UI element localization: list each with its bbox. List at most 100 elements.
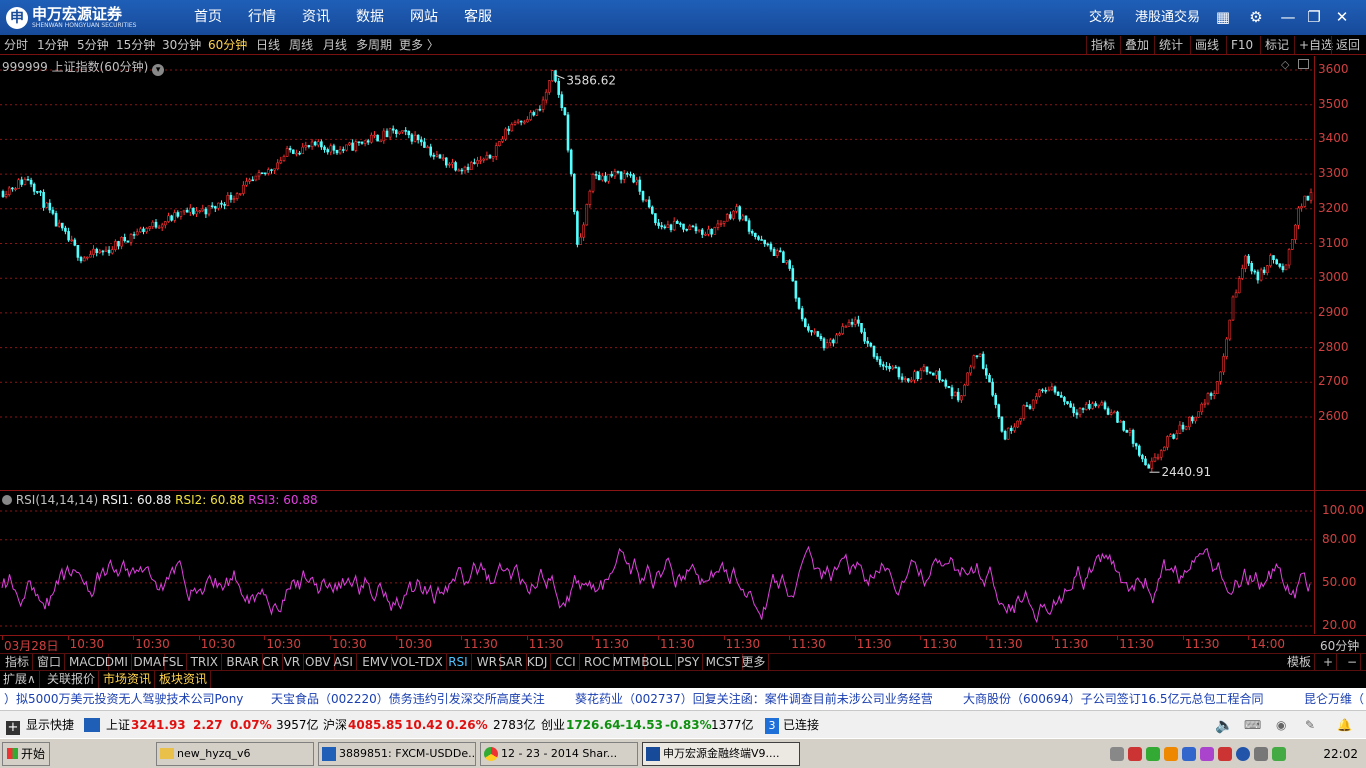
template-button[interactable]: 模板: [1284, 654, 1316, 671]
news-item[interactable]: 天宝食品（002220）债务违约引发深交所高度关注: [271, 688, 545, 710]
candle-body: [501, 138, 504, 142]
tab-expand[interactable]: 扩展∧: [0, 671, 40, 688]
period-month[interactable]: 月线: [323, 37, 347, 53]
rsi-chart[interactable]: [0, 508, 1314, 636]
news-item[interactable]: 昆仑万维（: [1304, 688, 1364, 710]
period-multi[interactable]: 多周期: [356, 37, 392, 53]
nav-quotes[interactable]: 行情: [248, 0, 276, 35]
monitor-icon[interactable]: ◉: [1276, 711, 1286, 739]
speaker-icon[interactable]: 🔈: [1215, 711, 1234, 739]
period-tick[interactable]: 分时: [4, 37, 28, 53]
period-1min[interactable]: 1分钟: [37, 37, 69, 53]
restore-icon[interactable]: ❐: [1304, 7, 1324, 27]
task-folder[interactable]: new_hyzq_v6: [156, 742, 314, 766]
indicator-tab-brar[interactable]: BRAR: [223, 654, 264, 671]
start-button[interactable]: 开始: [2, 742, 50, 766]
indicator-tab-asi[interactable]: ASI: [331, 654, 357, 671]
nav-home[interactable]: 首页: [194, 0, 222, 35]
indicator-tab-kdj[interactable]: KDJ: [524, 654, 552, 671]
candle-body: [357, 141, 361, 143]
tab-related-quotes[interactable]: 关联报价: [44, 671, 100, 688]
indicator-tab-dmi[interactable]: DMI: [102, 654, 132, 671]
period-5min[interactable]: 5分钟: [77, 37, 109, 53]
shortcut-toggle[interactable]: 显示快捷: [26, 711, 74, 739]
indicator-tab-vol-tdx[interactable]: VOL-TDX: [388, 654, 447, 671]
tool-indicator[interactable]: 指标: [1086, 36, 1119, 54]
tray-app-icon[interactable]: [1182, 747, 1196, 761]
indicator-tab-psy[interactable]: PSY: [674, 654, 704, 671]
candle-body: [563, 107, 567, 116]
candle-body: [407, 130, 411, 136]
candlestick-chart[interactable]: 3586.62 2440.91: [0, 56, 1314, 492]
nav-service[interactable]: 客服: [464, 0, 492, 35]
tray-app-icon[interactable]: [1272, 747, 1286, 761]
period-week[interactable]: 周线: [289, 37, 313, 53]
indicator-tab-指标[interactable]: 指标: [2, 654, 34, 671]
minimize-icon[interactable]: —: [1278, 7, 1298, 27]
tray-app-icon[interactable]: [1200, 747, 1214, 761]
candle-body: [45, 202, 49, 208]
candle-body: [607, 173, 610, 182]
tray-app-icon[interactable]: [1164, 747, 1178, 761]
indicator-tab-sar[interactable]: SAR: [495, 654, 527, 671]
dropdown-circle-icon[interactable]: ▾: [152, 64, 165, 76]
nav-data[interactable]: 数据: [356, 0, 384, 35]
news-item[interactable]: 大商股份（600694）子公司签订16.5亿元总包工程合同: [963, 688, 1264, 710]
indicator-tab-boll[interactable]: BOLL: [638, 654, 677, 671]
tool-overlay[interactable]: 叠加: [1120, 36, 1153, 54]
tray-app-icon[interactable]: [1146, 747, 1160, 761]
bell-icon[interactable]: 🔔: [1337, 711, 1352, 739]
rsi-toggle-icon[interactable]: [2, 495, 12, 505]
indicator-tab-fsl[interactable]: FSL: [159, 654, 187, 671]
indicator-tab-mcst[interactable]: MCST: [703, 654, 744, 671]
indicator-tab-更多[interactable]: 更多: [738, 654, 770, 671]
indicator-tab-窗口[interactable]: 窗口: [34, 654, 66, 671]
indicator-tab-cci[interactable]: CCI: [552, 654, 580, 671]
period-15min[interactable]: 15分钟: [116, 37, 155, 53]
period-30min[interactable]: 30分钟: [162, 37, 201, 53]
close-icon[interactable]: ✕: [1332, 7, 1352, 27]
indicator-tab-cr[interactable]: CR: [259, 654, 283, 671]
trade-link[interactable]: 交易: [1089, 0, 1115, 35]
brand-name: 申万宏源证券: [32, 5, 123, 23]
tab-sector-news[interactable]: 板块资讯: [156, 671, 212, 688]
tool-mark[interactable]: 标记: [1260, 36, 1293, 54]
tray-flag-icon[interactable]: [1128, 747, 1142, 761]
gear-icon[interactable]: ⚙: [1246, 7, 1266, 27]
tab-market-news[interactable]: 市场资讯: [100, 671, 156, 688]
settings-icon[interactable]: ✎: [1305, 711, 1315, 739]
news-item[interactable]: ）拟5000万美元投资无人驾驶技术公司Pony: [4, 688, 243, 710]
add-panel-button[interactable]: +: [1320, 654, 1338, 671]
period-day[interactable]: 日线: [256, 37, 280, 53]
indicator-tab-rsi[interactable]: RSI: [445, 654, 472, 671]
plus-icon[interactable]: +: [6, 711, 20, 739]
panel-icon[interactable]: [1298, 59, 1309, 69]
tray-app-icon[interactable]: [1254, 747, 1268, 761]
tool-draw[interactable]: 画线: [1190, 36, 1223, 54]
diamond-icon[interactable]: ◇: [1281, 58, 1289, 71]
tray-app-icon[interactable]: [1218, 747, 1232, 761]
indicator-tab-trix[interactable]: TRIX: [188, 654, 223, 671]
candle-body: [538, 108, 542, 111]
candle-body: [482, 158, 486, 161]
candle-body: [217, 202, 220, 209]
candle-body: [1247, 255, 1250, 264]
nav-news[interactable]: 资讯: [302, 0, 330, 35]
tool-back[interactable]: 返回: [1331, 36, 1364, 54]
task-browser[interactable]: 12 - 23 - 2014 Shar...: [480, 742, 638, 766]
keyboard-icon[interactable]: ⌨: [1244, 711, 1261, 739]
indicator-tab-vr[interactable]: VR: [281, 654, 305, 671]
bluetooth-icon[interactable]: [1236, 747, 1250, 761]
nav-website[interactable]: 网站: [410, 0, 438, 35]
tray-keyboard-icon[interactable]: [1110, 747, 1124, 761]
remove-panel-button[interactable]: −: [1344, 654, 1362, 671]
period-more[interactable]: 更多 〉: [399, 37, 439, 53]
tool-stats[interactable]: 统计: [1154, 36, 1187, 54]
hk-connect-link[interactable]: 港股通交易: [1135, 0, 1200, 35]
task-terminal[interactable]: 申万宏源金融终端V9....: [642, 742, 800, 766]
tool-f10[interactable]: F10: [1226, 36, 1257, 54]
task-fxcm[interactable]: 3889851: FXCM-USDDe...: [318, 742, 476, 766]
grid-icon[interactable]: ▦: [1213, 7, 1233, 27]
news-item[interactable]: 葵花药业（002737）回复关注函：案件调查目前未涉公司业务经营: [575, 688, 933, 710]
period-60min[interactable]: 60分钟: [208, 37, 247, 53]
